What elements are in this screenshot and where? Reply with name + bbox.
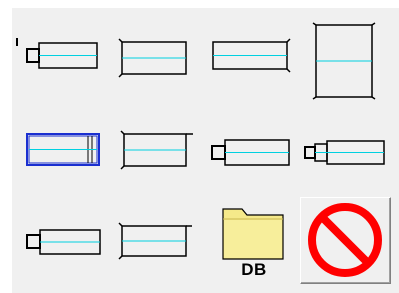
shape-tool-10[interactable] [118,222,198,262]
database-button[interactable]: DB [220,203,288,283]
shape-tool-5[interactable] [26,132,106,172]
shape-tool-6[interactable] [118,130,198,174]
shape-tool-3[interactable] [211,38,291,82]
no-entry-icon [308,203,382,277]
database-label: DB [241,260,267,279]
flanged-cylinder-icon [120,130,193,170]
shape-tool-8[interactable] [304,140,386,168]
stepped-shaft-small-icon [304,140,385,165]
selected-cylinder-icon [26,133,100,166]
shape-tool-4[interactable] [312,22,378,102]
tall-cylinder-icon [312,22,376,100]
folder-icon [222,208,284,260]
stepped-shaft-icon [26,42,98,69]
panel-marker [16,38,18,46]
shape-tool-2[interactable] [118,38,198,82]
stepped-shaft-icon [211,139,290,166]
flanged-cylinder-icon [118,222,192,260]
shape-tool-7[interactable] [211,138,291,168]
flanged-cylinder-icon [118,38,187,78]
shape-tool-9[interactable] [26,228,106,258]
stepped-shaft-icon [26,229,101,255]
plain-cylinder-icon [212,38,291,73]
shape-tool-1[interactable] [26,38,106,82]
disable-button[interactable] [300,197,391,284]
